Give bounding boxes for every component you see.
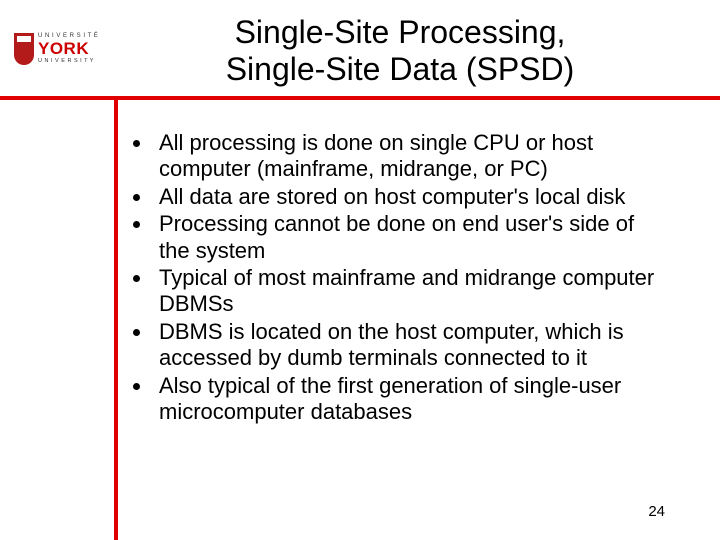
logo-text: U N I V E R S I T É YORK U N I V E R S I… (38, 33, 98, 65)
list-item: All data are stored on host computer's l… (153, 184, 670, 210)
bullet-list: All processing is done on single CPU or … (125, 130, 670, 425)
content-area: All processing is done on single CPU or … (125, 130, 670, 426)
logo-main-text: YORK (38, 40, 98, 57)
york-university-logo: U N I V E R S I T É YORK U N I V E R S I… (14, 30, 112, 68)
list-item: Processing cannot be done on end user's … (153, 211, 670, 264)
divider-vertical (114, 96, 118, 540)
crest-icon (14, 33, 34, 65)
title-line-1: Single-Site Processing, (235, 14, 566, 50)
list-item: DBMS is located on the host computer, wh… (153, 319, 670, 372)
list-item: Also typical of the first generation of … (153, 373, 670, 426)
title-line-2: Single-Site Data (SPSD) (226, 51, 575, 87)
logo-bottom-text: U N I V E R S I T Y (38, 59, 98, 65)
page-number: 24 (648, 503, 665, 520)
slide: U N I V E R S I T É YORK U N I V E R S I… (0, 0, 720, 540)
list-item: All processing is done on single CPU or … (153, 130, 670, 183)
list-item: Typical of most mainframe and midrange c… (153, 265, 670, 318)
slide-title: Single-Site Processing, Single-Site Data… (120, 14, 680, 88)
divider-horizontal (0, 96, 720, 100)
